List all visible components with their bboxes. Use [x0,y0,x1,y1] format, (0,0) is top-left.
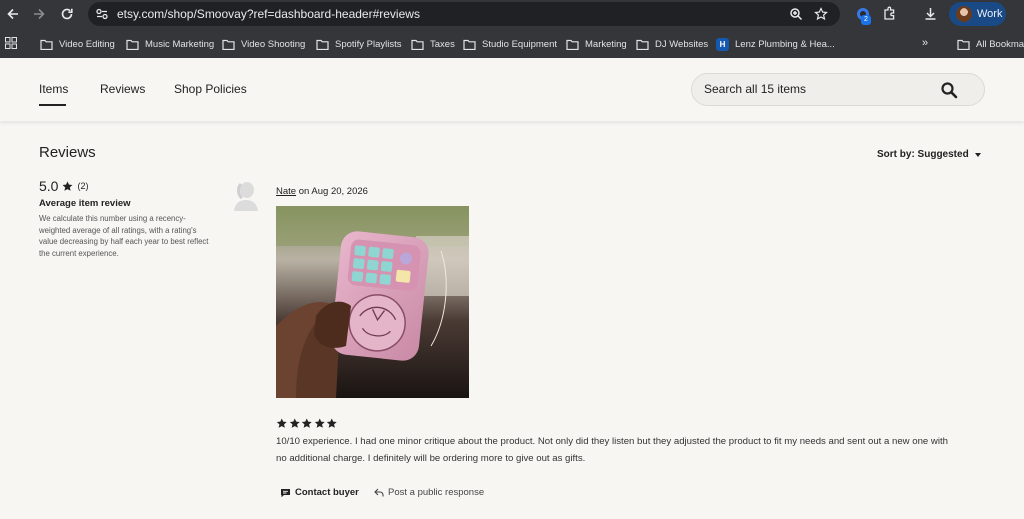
bookmark-label: Music Marketing [145,38,215,50]
puzzle-icon[interactable] [882,6,897,21]
bookmark-label: Taxes [430,38,455,50]
folder-icon [40,39,53,50]
bookmark-label: Studio Equipment [482,38,557,50]
shop-nav: Items Reviews Shop Policies [0,58,1024,121]
search-icon[interactable] [940,81,958,99]
review-photo-image [276,206,469,398]
star-icon [63,180,73,191]
sort-dropdown[interactable]: Sort by: Suggested [877,149,981,160]
reviews-heading: Reviews [39,144,96,161]
chat-bubble-icon [281,488,290,497]
bookmark-label: Video Editing [59,38,115,50]
bookmarks-overflow-button[interactable]: » [922,37,928,49]
average-description: We calculate this number using a recency… [39,214,209,258]
star-icon [276,418,287,428]
bookmark-label: Spotify Playlists [335,38,402,50]
reload-icon [61,8,73,20]
reviewer-name-link[interactable]: Nate [276,186,296,197]
tab-shop-policies[interactable]: Shop Policies [174,82,247,96]
review-count: (2) [77,181,89,191]
bookmark-star-icon[interactable] [814,7,828,21]
bookmark-label: Lenz Plumbing & Hea... [735,38,835,50]
search-input[interactable] [704,82,924,96]
folder-icon [316,39,329,50]
back-button[interactable] [3,4,23,24]
bookmark-marketing[interactable]: Marketing [566,36,627,52]
extension-badge: 2 [861,15,871,25]
site-info-icon[interactable] [95,7,109,21]
reload-button[interactable] [57,4,77,24]
caret-down-icon [974,152,981,157]
folder-icon [566,39,579,50]
star-icon [326,418,337,428]
arrow-right-icon [34,8,45,20]
review-rating [276,418,338,429]
sort-label: Sort by: Suggested [877,149,969,160]
reply-arrow-icon [374,488,384,497]
tab-items[interactable]: Items [39,82,68,106]
review-text: 10/10 experience. I had one minor critiq… [276,436,948,464]
bookmark-lenz-plumbing[interactable]: H Lenz Plumbing & Hea... [716,36,835,52]
bookmark-studio-equipment[interactable]: Studio Equipment [463,36,557,52]
average-rating: 5.0 (2) [39,178,88,194]
bookmark-label: DJ Websites [655,38,709,50]
average-value: 5.0 [39,178,59,194]
bookmark-music-marketing[interactable]: Music Marketing [126,36,214,52]
review-photo[interactable] [276,206,469,398]
contact-buyer-label: Contact buyer [295,487,359,498]
apps-grid-icon[interactable] [5,37,17,49]
bookmark-video-shooting[interactable]: Video Shooting [222,36,305,52]
bookmark-label: Marketing [585,38,627,50]
user-avatar-icon [234,182,258,211]
star-icon [314,418,325,428]
folder-icon [222,39,235,50]
bookmark-spotify-playlists[interactable]: Spotify Playlists [316,36,402,52]
bookmark-dj-websites[interactable]: DJ Websites [636,36,708,52]
arrow-left-icon [7,8,18,20]
bookmarks-bar: Video Editing Music Marketing Video Shoo… [0,29,1024,58]
post-public-response-button[interactable]: Post a public response [374,487,484,498]
profile-label: Work [977,8,1003,20]
folder-icon [463,39,476,50]
zoom-icon[interactable] [789,7,803,21]
all-bookmarks[interactable]: All Bookmar [957,36,1024,52]
reviewer-line: Nate on Aug 20, 2026 [276,186,368,197]
url-text: etsy.com/shop/Smoovay?ref=dashboard-head… [117,7,420,21]
bookmark-label: All Bookmar [976,38,1024,50]
h-favicon-icon: H [716,37,729,51]
star-icon [289,418,300,428]
folder-icon [411,39,424,50]
tab-reviews[interactable]: Reviews [100,82,145,96]
star-icon [301,418,312,428]
folder-icon [957,39,970,50]
download-icon[interactable] [923,6,938,21]
review-date: on Aug 20, 2026 [298,186,368,197]
post-public-response-label: Post a public response [388,487,485,498]
folder-icon [636,39,649,50]
contact-buyer-button[interactable]: Contact buyer [280,487,359,498]
profile-avatar [956,6,972,22]
bookmark-taxes[interactable]: Taxes [411,36,455,52]
shop-search [691,73,985,106]
browser-toolbar: etsy.com/shop/Smoovay?ref=dashboard-head… [0,0,1024,29]
forward-button[interactable] [29,4,49,24]
bookmark-label: Video Shooting [241,38,306,50]
average-title: Average item review [39,198,131,209]
folder-icon [126,39,139,50]
profile-chip[interactable]: Work [949,2,1006,26]
bookmark-video-editing[interactable]: Video Editing [40,36,115,52]
address-bar[interactable]: etsy.com/shop/Smoovay?ref=dashboard-head… [88,2,840,26]
